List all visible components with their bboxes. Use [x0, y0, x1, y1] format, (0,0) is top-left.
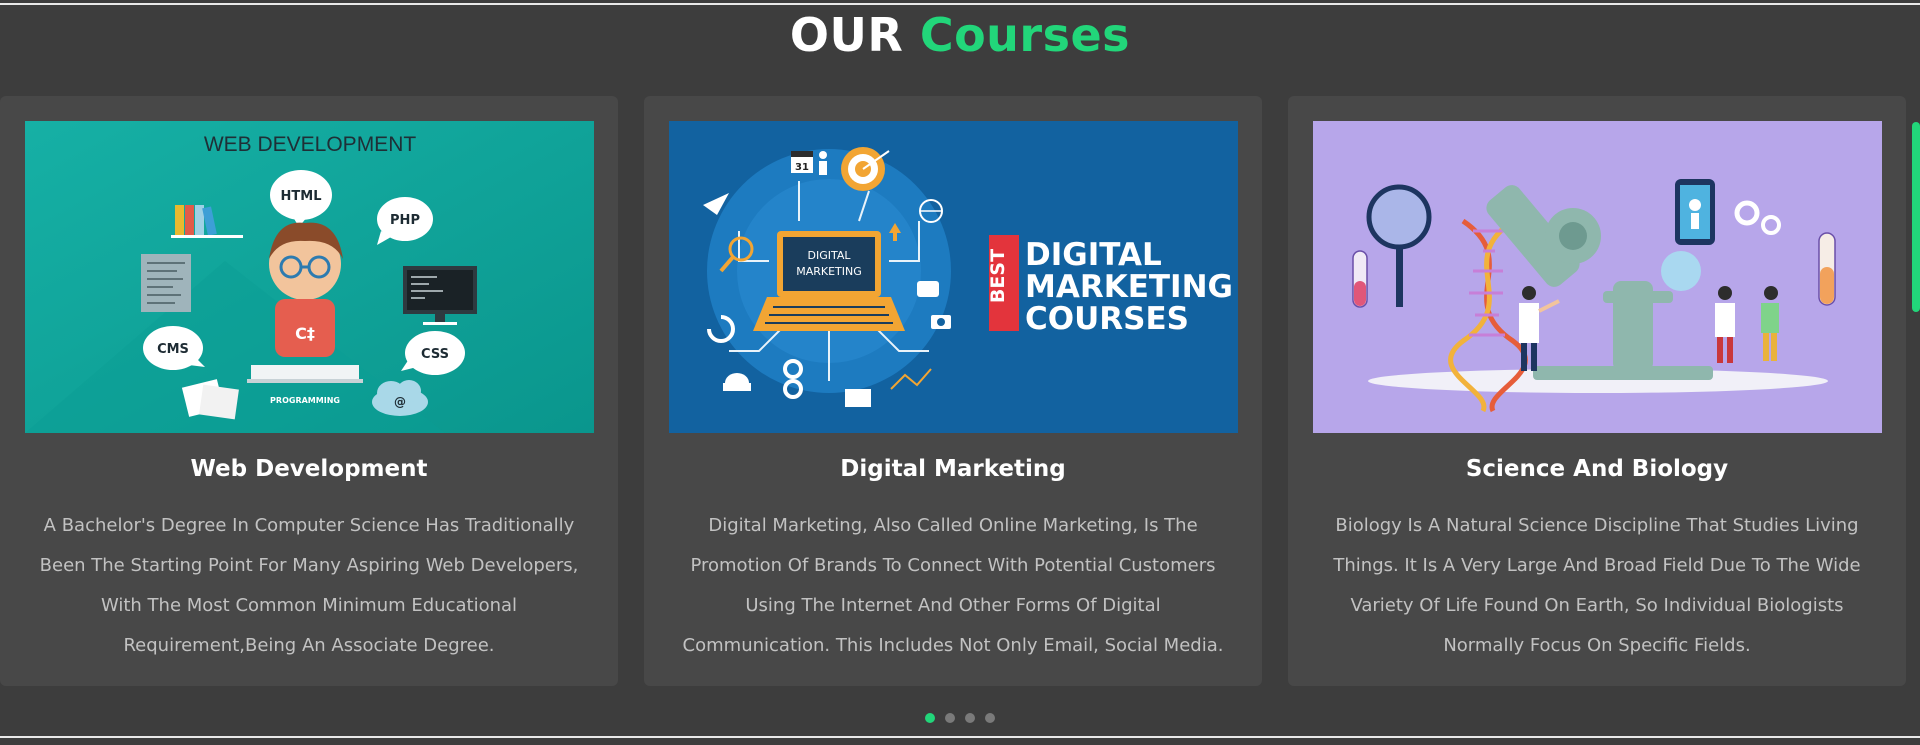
- course-card-web-development[interactable]: WEB DEVELOPMENT HTML PHP CMS CSS C‡ PROG…: [0, 96, 618, 686]
- course-description: Digital Marketing, Also Called Online Ma…: [682, 515, 1224, 656]
- carousel-dot[interactable]: [945, 713, 955, 723]
- screen-text-line-1: DIGITAL: [807, 249, 851, 262]
- top-divider: [0, 3, 1920, 5]
- course-title[interactable]: Digital Marketing: [644, 454, 1262, 484]
- heading-word-courses: Courses: [919, 8, 1131, 62]
- carousel-dot[interactable]: [985, 713, 995, 723]
- headline-line-3: COURSES: [1025, 301, 1189, 337]
- screen-text-line-2: MARKETING: [796, 265, 862, 278]
- carousel-dots: [0, 713, 1920, 723]
- course-description: Biology Is A Natural Science Discipline …: [1333, 515, 1861, 656]
- digital-marketing-image: 31 DIGITAL MARKETING BEST DIGITAL MARKET…: [669, 121, 1238, 433]
- image-banner-text: WEB DEVELOPMENT: [204, 133, 417, 156]
- course-title[interactable]: Web Development: [0, 454, 618, 484]
- course-card-digital-marketing[interactable]: 31 DIGITAL MARKETING BEST DIGITAL MARKET…: [644, 96, 1262, 686]
- section-heading: OUR Courses: [0, 8, 1920, 62]
- headline-line-1: DIGITAL: [1025, 237, 1162, 273]
- scrollbar-thumb[interactable]: [1912, 122, 1920, 312]
- svg-text:CSS: CSS: [421, 347, 449, 362]
- heading-word-our: OUR: [789, 8, 904, 62]
- course-card-science-biology[interactable]: Science And Biology Biology Is A Natural…: [1288, 96, 1906, 686]
- carousel-dot[interactable]: [925, 713, 935, 723]
- course-description: A Bachelor's Degree In Computer Science …: [39, 515, 579, 656]
- course-title[interactable]: Science And Biology: [1288, 454, 1906, 484]
- programming-caption: PROGRAMMING: [270, 396, 340, 405]
- science-biology-image: [1313, 121, 1882, 433]
- shirt-text: C‡: [295, 324, 315, 343]
- carousel-dot[interactable]: [965, 713, 975, 723]
- best-badge: BEST: [987, 249, 1009, 303]
- svg-text:HTML: HTML: [281, 189, 322, 204]
- web-development-image: WEB DEVELOPMENT HTML PHP CMS CSS C‡ PROG…: [25, 121, 594, 433]
- bottom-divider: [0, 736, 1920, 738]
- headline-line-2: MARKETING: [1025, 269, 1233, 305]
- svg-text:CMS: CMS: [157, 342, 189, 357]
- svg-text:@: @: [394, 395, 406, 409]
- calendar-day: 31: [795, 162, 809, 173]
- svg-text:PHP: PHP: [390, 213, 420, 228]
